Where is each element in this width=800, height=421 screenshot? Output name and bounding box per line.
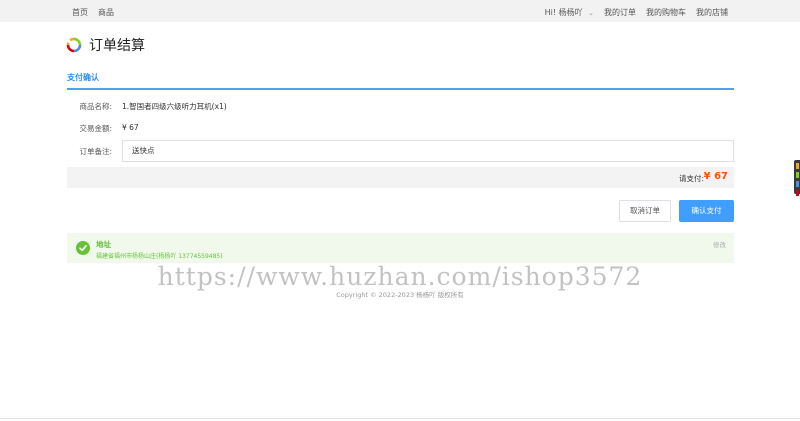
- amount-value: ¥ 67: [122, 123, 139, 132]
- product-name-label: 商品名称:: [79, 102, 112, 111]
- confirm-payment-button[interactable]: 确认支付: [679, 200, 734, 222]
- address-title: 地址: [96, 240, 111, 249]
- page-title: 订单结算: [89, 38, 145, 54]
- section-title: 支付确认: [67, 73, 99, 82]
- edit-address-link[interactable]: 修改: [713, 239, 726, 249]
- side-floating-tab[interactable]: [794, 160, 800, 196]
- nav-link-my-orders[interactable]: 我的订单: [604, 7, 636, 18]
- bottom-divider: [0, 418, 800, 419]
- top-right-links: Hi! 杨杨吖 ⌄ 我的订单 我的购物车 我的店铺: [545, 7, 728, 18]
- logo-icon: [66, 37, 82, 53]
- pay-label: 请支付:: [678, 174, 704, 183]
- user-menu[interactable]: Hi! 杨杨吖 ⌄: [545, 7, 594, 18]
- top-left-links: 首页 商品: [72, 7, 114, 18]
- pay-amount: ¥ 67: [703, 171, 728, 182]
- greeting-text: Hi!: [544, 8, 557, 17]
- payment-summary-bar: 请支付: ¥ 67: [67, 167, 734, 188]
- cancel-order-button[interactable]: 取消订单: [619, 200, 671, 222]
- address-card: 地址 福建省福州市杨杨山庄(杨杨吖 13774559485) 修改: [67, 233, 734, 263]
- nav-link-home[interactable]: 首页: [72, 7, 88, 18]
- amount-label: 交易金额:: [79, 124, 112, 133]
- nav-link-my-cart[interactable]: 我的购物车: [646, 7, 686, 18]
- remark-input[interactable]: 送快点: [122, 140, 734, 162]
- page-header: 订单结算: [66, 35, 145, 55]
- address-detail: 福建省福州市杨杨山庄(杨杨吖 13774559485): [96, 253, 223, 260]
- nav-link-my-store[interactable]: 我的店铺: [696, 7, 728, 18]
- copyright-text: Copyright © 2022-2023 杨杨吖 版权所有: [336, 291, 464, 299]
- product-name-value: 1.智国者四级六级听力耳机(x1): [122, 102, 227, 111]
- remark-label: 订单备注:: [79, 147, 112, 156]
- chevron-down-icon: ⌄: [588, 9, 594, 17]
- username: 杨杨吖: [558, 8, 583, 17]
- check-circle-icon: [76, 241, 90, 255]
- top-navigation-bar: 首页 商品 Hi! 杨杨吖 ⌄ 我的订单 我的购物车 我的店铺: [0, 0, 800, 22]
- watermark: https://www.huzhan.com/ishop3572: [157, 262, 643, 291]
- section-divider: [67, 88, 734, 90]
- nav-link-products[interactable]: 商品: [98, 7, 114, 18]
